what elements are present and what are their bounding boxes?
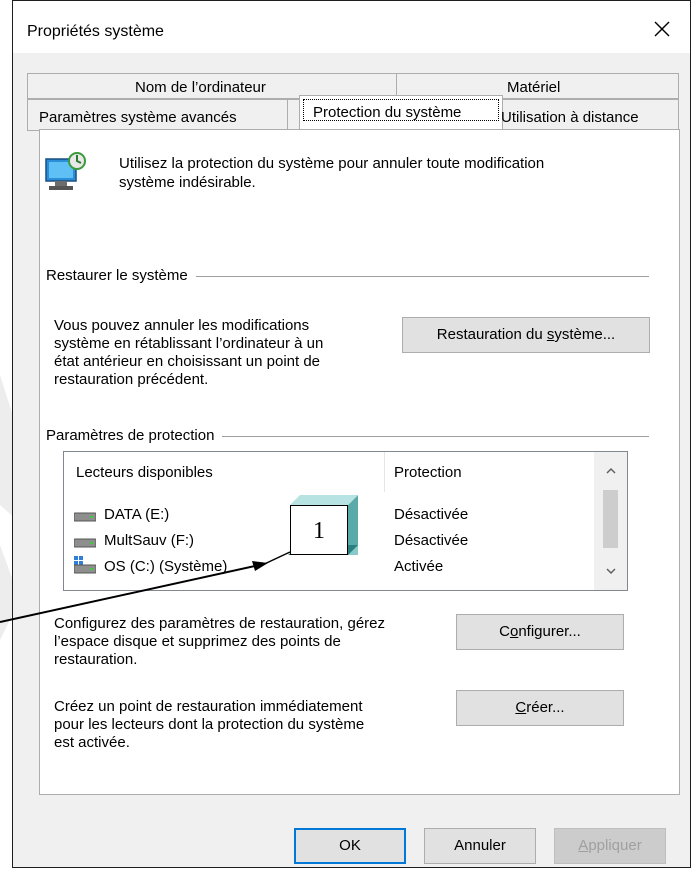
drive-protection-status: Désactivée — [394, 506, 469, 523]
drive-icon — [74, 512, 96, 522]
tab-remote[interactable]: Utilisation à distance — [501, 109, 639, 126]
button-label: ystème... — [554, 326, 616, 343]
tab-separator — [287, 99, 288, 131]
intro-text-line1: Utilisez la protection du système pour a… — [119, 155, 545, 172]
annotation-callout: 1 — [290, 505, 348, 555]
create-desc-line3: est activée. — [54, 734, 130, 751]
column-header-drives[interactable]: Lecteurs disponibles — [76, 464, 213, 481]
restore-desc-line1: Vous pouvez annuler les modifications — [54, 317, 310, 334]
column-header-protection[interactable]: Protection — [394, 464, 462, 481]
tab-system-protection-label: Protection du système — [313, 104, 462, 121]
restore-desc-line3: état antérieur en choisissant un point d… — [54, 353, 321, 370]
cancel-button[interactable]: Annuler — [424, 828, 536, 864]
drive-protection-status: Désactivée — [394, 532, 469, 549]
protection-group-title: Paramètres de protection — [46, 427, 223, 444]
restore-desc-line2: système en rétablissant l’ordinateur à u… — [54, 335, 324, 352]
column-separator[interactable] — [384, 452, 385, 492]
button-label: C — [499, 623, 510, 640]
restore-desc-line4: restauration précédent. — [54, 371, 209, 388]
scroll-up-icon[interactable] — [604, 464, 618, 478]
system-drive-icon — [74, 556, 96, 574]
callout-number: 1 — [313, 518, 325, 544]
system-properties-dialog: Propriétés système Nom de l’ordinateur M… — [12, 0, 691, 868]
title-bar: Propriétés système — [13, 1, 690, 53]
button-label: ppliquer — [588, 837, 642, 854]
configure-desc-line2: l’espace disque et supprimez des points … — [54, 633, 341, 650]
system-restore-button[interactable]: Restauration du système... — [402, 317, 650, 353]
ok-button[interactable]: OK — [294, 828, 406, 864]
button-accelerator: C — [515, 699, 527, 716]
tab-computer-name[interactable]: Nom de l’ordinateur — [135, 79, 266, 96]
tab-system-protection[interactable]: Protection du système — [299, 95, 503, 131]
button-label: nfigurer... — [518, 623, 581, 640]
scroll-thumb[interactable] — [603, 490, 618, 548]
drive-name: DATA (E:) — [104, 506, 170, 523]
list-header: Lecteurs disponibles Protection — [64, 452, 594, 492]
tab-advanced-settings[interactable]: Paramètres système avancés — [39, 109, 237, 126]
button-accelerator: A — [578, 837, 589, 854]
vertical-scrollbar[interactable] — [594, 452, 627, 590]
configure-desc-line3: restauration. — [54, 651, 138, 668]
intro-text-line2: système indésirable. — [119, 174, 256, 191]
apply-button[interactable]: Appliquer — [554, 828, 666, 864]
drive-protection-status: Activée — [394, 558, 444, 575]
tab-hardware[interactable]: Matériel — [507, 79, 560, 96]
dialog-title: Propriétés système — [27, 23, 164, 40]
button-label: Restauration du — [436, 326, 547, 343]
configure-desc-line1: Configurez des paramètres de restauratio… — [54, 615, 386, 632]
configure-button[interactable]: Configurer... — [456, 614, 624, 650]
system-protection-icon — [45, 152, 86, 190]
create-desc-line2: pour les lecteurs dont la protection du … — [54, 716, 365, 733]
scroll-down-icon[interactable] — [604, 564, 618, 578]
create-desc-line1: Créez un point de restauration immédiate… — [54, 698, 363, 715]
button-label: réer... — [526, 699, 565, 716]
drive-name: OS (C:) (Système) — [104, 558, 228, 575]
close-icon[interactable] — [648, 15, 676, 43]
restore-group-title: Restaurer le système — [46, 267, 196, 284]
drive-icon — [74, 538, 96, 548]
list-item[interactable]: OS (C:) (Système) Activée — [64, 556, 594, 580]
drive-name: MultSauv (F:) — [104, 532, 195, 549]
create-button[interactable]: Créer... — [456, 690, 624, 726]
